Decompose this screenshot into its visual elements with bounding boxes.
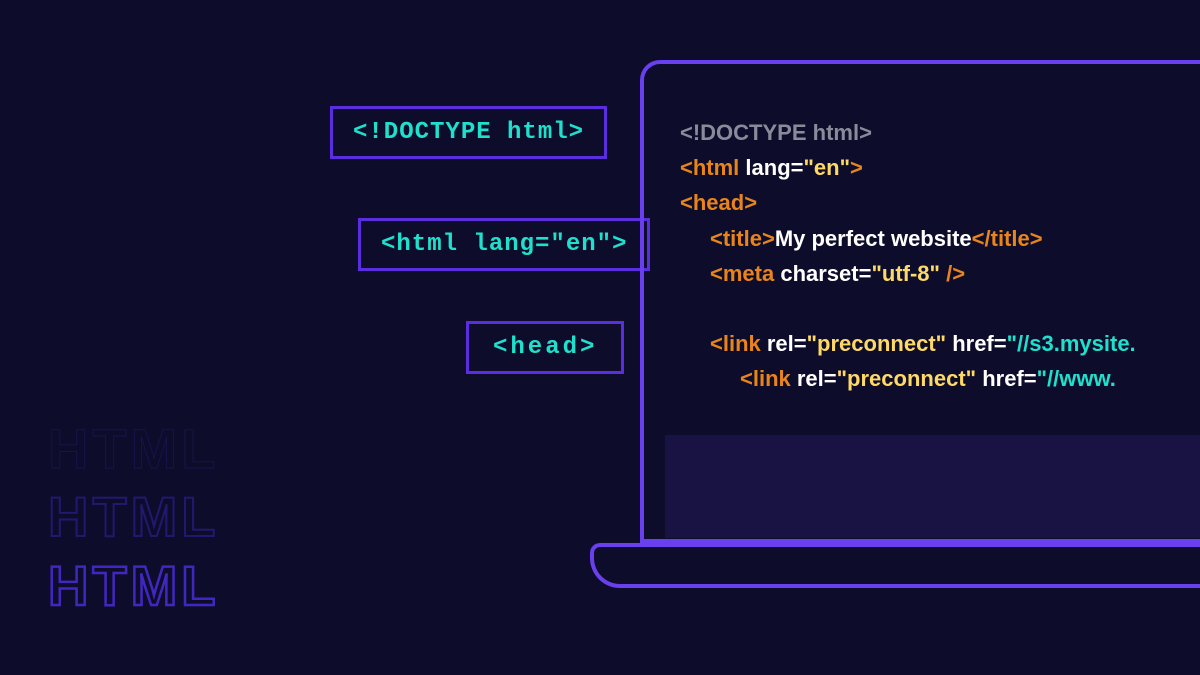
code-line-2: <html lang="en"> <box>680 150 1136 185</box>
tag-box-head: <head> <box>466 321 624 374</box>
code-blank-line <box>680 291 1136 326</box>
tag-box-html-lang: <html lang="en"> <box>358 218 650 271</box>
laptop-screen-overlay <box>665 435 1200 538</box>
code-line-4: <title>My perfect website</title> <box>680 221 1136 256</box>
code-line-6: <link rel="preconnect" href="//s3.mysite… <box>680 326 1136 361</box>
code-line-5: <meta charset="utf-8" /> <box>680 256 1136 291</box>
code-snippet: <!DOCTYPE html> <html lang="en"> <head> … <box>680 115 1136 396</box>
code-line-7: <link rel="preconnect" href="//www. <box>680 361 1136 396</box>
html-decor-text-2: HTML <box>48 484 220 549</box>
code-line-1: <!DOCTYPE html> <box>680 115 1136 150</box>
html-decor-text-1: HTML <box>48 416 220 481</box>
code-line-3: <head> <box>680 185 1136 220</box>
laptop-base <box>590 543 1200 588</box>
html-decor-text-3: HTML <box>48 553 220 618</box>
tag-box-doctype: <!DOCTYPE html> <box>330 106 607 159</box>
